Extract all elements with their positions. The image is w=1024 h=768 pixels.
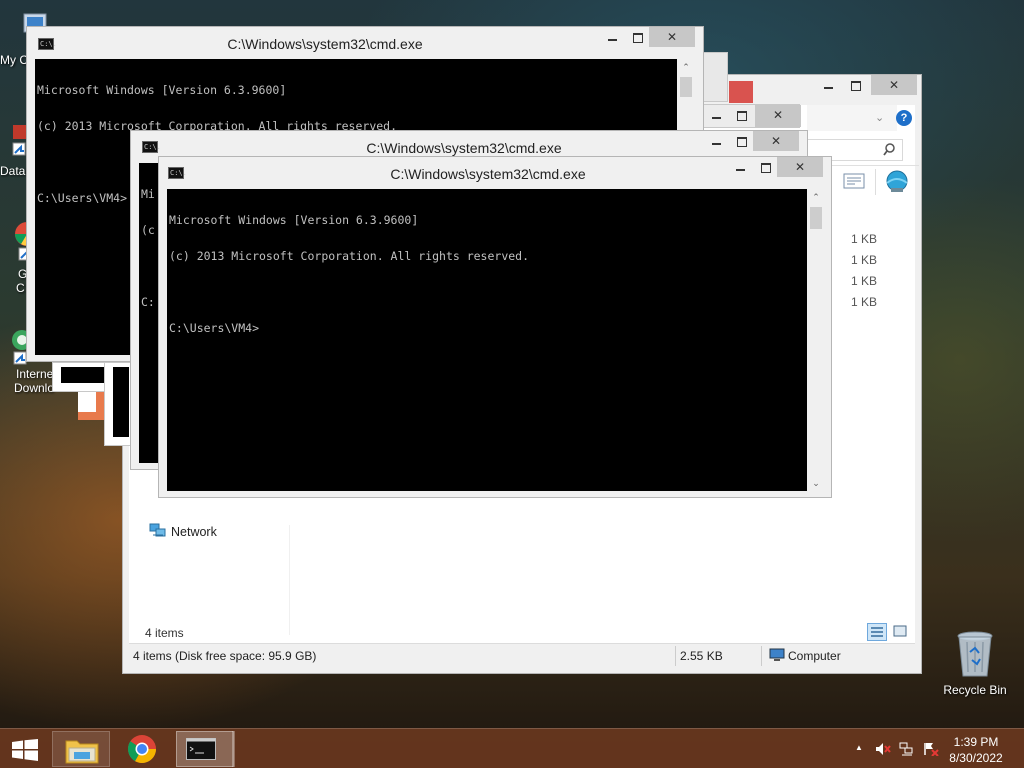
network-icon — [149, 523, 166, 537]
computer-icon — [769, 648, 785, 661]
item-count: 4 items — [145, 626, 184, 640]
taskbar: ▲ 1:39 PM 8/30/2022 — [0, 728, 1024, 768]
search-icon[interactable] — [883, 143, 896, 156]
details-view-icon — [871, 627, 883, 637]
close-button[interactable] — [777, 157, 823, 177]
console-line: (c) 2013 Microsoft Corporation. All righ… — [169, 249, 530, 263]
clock-time: 1:39 PM — [953, 735, 999, 749]
file-size: 1 KB — [851, 274, 878, 288]
window-fragment — [78, 392, 104, 420]
cmd-titlebar[interactable]: C:\. C:\Windows\system32\cmd.exe — [159, 157, 831, 187]
maximize-button[interactable] — [843, 75, 869, 95]
maximize-button[interactable] — [729, 131, 755, 151]
scroll-down-arrow-icon[interactable]: ⌄ — [807, 475, 825, 491]
window-title: C:\Windows\system32\cmd.exe — [227, 36, 423, 52]
nav-item-network[interactable]: Network — [149, 523, 239, 541]
maximize-button[interactable] — [753, 157, 779, 177]
details-view-button[interactable] — [867, 623, 887, 641]
console-output[interactable]: Microsoft Windows [Version 6.3.9600] (c)… — [167, 189, 807, 491]
help-icon[interactable]: ? — [896, 110, 912, 126]
console-line: Microsoft Windows [Version 6.3.9600] — [37, 83, 287, 97]
taskbar-clock[interactable]: 1:39 PM 8/30/2022 — [936, 734, 1016, 766]
file-size: 1 KB — [851, 253, 878, 267]
console-line: Microsoft Windows [Version 6.3.9600] — [169, 213, 419, 227]
close-button[interactable] — [649, 27, 695, 47]
ribbon-separator — [875, 169, 876, 195]
scroll-up-arrow-icon[interactable]: ⌃ — [807, 189, 825, 205]
taskbar-chrome[interactable] — [114, 731, 172, 767]
globe-icon[interactable] — [884, 169, 910, 193]
status-location: Computer — [788, 649, 841, 663]
status-divider — [761, 646, 762, 666]
taskbar-group-indicator — [232, 731, 235, 767]
minimize-button[interactable] — [727, 157, 753, 177]
desktop-icon-label: Recycle Bin — [943, 683, 1007, 697]
large-icons-view-icon — [893, 625, 907, 637]
mail-icon[interactable] — [843, 173, 865, 189]
status-divider — [675, 646, 676, 666]
minimize-button[interactable] — [703, 105, 729, 125]
cmd-titlebar[interactable]: C:\. C:\Windows\system32\cmd.exe — [27, 27, 703, 57]
minimize-button[interactable] — [815, 75, 841, 95]
chrome-icon — [127, 735, 156, 763]
windows-logo-icon — [12, 739, 38, 761]
status-size: 2.55 KB — [680, 649, 723, 663]
nav-label: Network — [171, 525, 217, 539]
console-fragment — [61, 367, 107, 383]
folder-icon — [729, 81, 753, 103]
nav-pane-divider — [289, 525, 290, 635]
maximize-button[interactable] — [729, 105, 755, 125]
fragment-inner — [78, 392, 96, 412]
minimize-button[interactable] — [599, 27, 625, 47]
scrollbar-thumb[interactable] — [810, 207, 822, 229]
chevron-down-icon[interactable]: ⌄ — [875, 111, 884, 124]
cmd-window-front[interactable]: C:\. C:\Windows\system32\cmd.exe Microso… — [158, 156, 832, 498]
close-button[interactable] — [753, 131, 799, 151]
status-items: 4 items (Disk free space: 95.9 GB) — [133, 649, 317, 663]
minimize-button[interactable] — [703, 131, 729, 151]
clock-date: 8/30/2022 — [949, 751, 1003, 765]
cmd-icon — [186, 738, 216, 760]
volume-muted-icon[interactable] — [875, 742, 891, 756]
scrollbar-thumb[interactable] — [680, 77, 692, 97]
window-fragment — [700, 104, 801, 128]
network-icon[interactable] — [899, 742, 915, 756]
show-hidden-icons-arrow-icon[interactable]: ▲ — [851, 743, 867, 757]
console-fragment — [113, 367, 129, 437]
start-button[interactable] — [4, 733, 44, 765]
scroll-up-arrow-icon[interactable]: ⌃ — [677, 59, 695, 75]
status-bar: 4 items (Disk free space: 95.9 GB) 2.55 … — [129, 643, 915, 667]
folder-icon — [65, 740, 99, 764]
file-size: 1 KB — [851, 295, 878, 309]
maximize-button[interactable] — [625, 27, 651, 47]
desktop-icon-recycle-bin[interactable]: Recycle Bin — [940, 630, 1010, 697]
close-button[interactable] — [871, 75, 917, 95]
vertical-scrollbar[interactable]: ⌃ ⌄ — [807, 189, 825, 491]
file-size: 1 KB — [851, 232, 878, 246]
large-icons-view-button[interactable] — [891, 623, 911, 641]
close-button[interactable] — [755, 105, 801, 127]
window-fragment — [700, 52, 728, 102]
recycle-bin-icon — [957, 631, 993, 677]
console-line: C:\Users\VM4> — [169, 321, 260, 335]
taskbar-file-explorer[interactable] — [52, 731, 110, 767]
taskbar-command-prompt[interactable] — [176, 731, 234, 767]
